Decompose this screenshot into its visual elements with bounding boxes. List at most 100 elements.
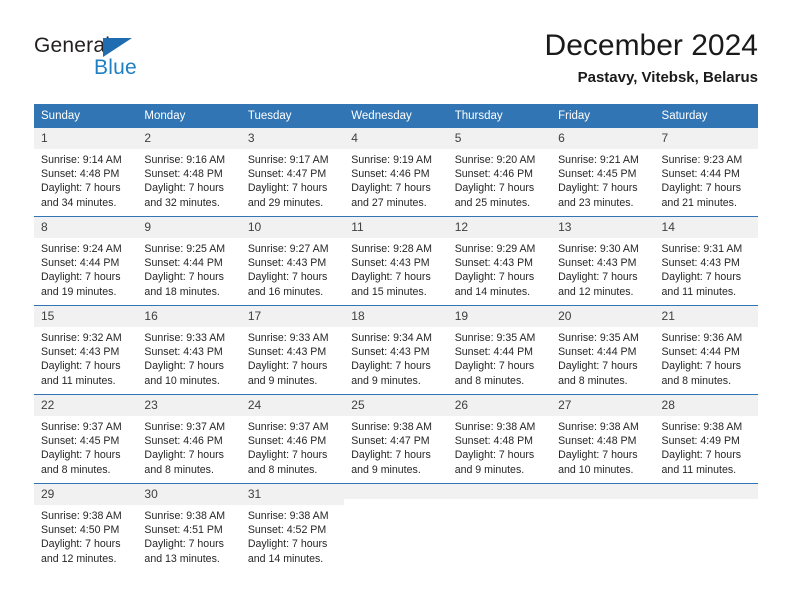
day-sun-info: Sunrise: 9:38 AM Sunset: 4:48 PM Daylight:… bbox=[448, 416, 551, 477]
day-number: 17 bbox=[240, 306, 345, 327]
day-sun-info: Sunrise: 9:38 AM Sunset: 4:49 PM Daylight:… bbox=[655, 416, 758, 477]
calendar-day-cell-empty bbox=[447, 483, 552, 572]
day-daylight-1-text: Daylight: 7 hours bbox=[351, 360, 431, 373]
day-daylight-2-text: and 14 minutes. bbox=[247, 552, 324, 565]
day-sun-info: Sunrise: 9:37 AM Sunset: 4:46 PM Daylight:… bbox=[137, 416, 240, 477]
calendar-day-cell[interactable]: 2 Sunrise: 9:16 AM Sunset: 4:48 PM Daylight… bbox=[137, 128, 241, 217]
calendar-day-cell[interactable]: 1 Sunrise: 9:14 AM Sunset: 4:48 PM Daylight… bbox=[34, 128, 138, 217]
day-daylight-2-text: and 9 minutes. bbox=[351, 463, 421, 476]
day-daylight-2-text: and 34 minutes. bbox=[41, 196, 117, 209]
calendar-day-cell[interactable]: 28 Sunrise: 9:38 AM Sunset: 4:49 PM Dayligh… bbox=[654, 394, 758, 484]
day-sunrise-text: Sunrise: 9:38 AM bbox=[247, 510, 329, 522]
day-sunset-text: Sunset: 4:48 PM bbox=[454, 435, 534, 448]
day-daylight-2-text: and 13 minutes. bbox=[144, 552, 220, 565]
calendar-day-cell[interactable]: 20 Sunrise: 9:35 AM Sunset: 4:44 PM Dayligh… bbox=[551, 305, 655, 395]
day-sunset-text: Sunset: 4:44 PM bbox=[144, 257, 223, 270]
day-sun-info: Sunrise: 9:37 AM Sunset: 4:46 PM Daylight:… bbox=[241, 416, 344, 477]
day-daylight-1-text: Daylight: 7 hours bbox=[661, 360, 742, 373]
day-number: 8 bbox=[34, 217, 138, 238]
calendar-day-cell[interactable]: 31 Sunrise: 9:38 AM Sunset: 4:52 PM Dayligh… bbox=[240, 483, 345, 572]
day-daylight-1-text: Daylight: 7 hours bbox=[41, 182, 121, 195]
calendar-day-cell[interactable]: 17 Sunrise: 9:33 AM Sunset: 4:43 PM Dayligh… bbox=[240, 305, 345, 395]
calendar-day-cell[interactable]: 12 Sunrise: 9:29 AM Sunset: 4:43 PM Dayligh… bbox=[447, 216, 552, 306]
day-number: 7 bbox=[654, 128, 758, 149]
day-daylight-2-text: and 9 minutes. bbox=[247, 374, 318, 387]
day-daylight-2-text: and 9 minutes. bbox=[351, 374, 421, 387]
calendar-day-cell[interactable]: 25 Sunrise: 9:38 AM Sunset: 4:47 PM Dayligh… bbox=[344, 394, 448, 484]
day-number: 21 bbox=[654, 306, 758, 327]
weekday-header-thursday: Thursday bbox=[447, 104, 552, 128]
day-sunrise-text: Sunrise: 9:32 AM bbox=[41, 332, 122, 344]
day-daylight-2-text: and 12 minutes. bbox=[558, 285, 634, 298]
calendar-day-cell[interactable]: 27 Sunrise: 9:38 AM Sunset: 4:48 PM Dayligh… bbox=[551, 394, 655, 484]
calendar-day-cell[interactable]: 14 Sunrise: 9:31 AM Sunset: 4:43 PM Dayligh… bbox=[654, 216, 758, 306]
day-number bbox=[344, 484, 448, 499]
day-sunset-text: Sunset: 4:52 PM bbox=[247, 524, 327, 537]
calendar-day-cell[interactable]: 5 Sunrise: 9:20 AM Sunset: 4:46 PM Daylight… bbox=[447, 128, 552, 217]
day-daylight-2-text: and 21 minutes. bbox=[661, 196, 737, 209]
day-sunset-text: Sunset: 4:48 PM bbox=[41, 168, 120, 181]
general-blue-logo[interactable]: General Blue bbox=[34, 34, 214, 86]
day-daylight-1-text: Daylight: 7 hours bbox=[351, 182, 431, 195]
day-number: 9 bbox=[137, 217, 241, 238]
calendar-day-cell[interactable]: 7 Sunrise: 9:23 AM Sunset: 4:44 PM Daylight… bbox=[654, 128, 758, 217]
day-daylight-1-text: Daylight: 7 hours bbox=[351, 449, 431, 462]
calendar-day-cell[interactable]: 30 Sunrise: 9:38 AM Sunset: 4:51 PM Dayligh… bbox=[137, 483, 241, 572]
day-number: 27 bbox=[551, 395, 655, 416]
day-sunrise-text: Sunrise: 9:35 AM bbox=[454, 332, 536, 344]
weekday-header-saturday: Saturday bbox=[654, 104, 758, 128]
calendar-day-cell-empty bbox=[344, 483, 448, 572]
logo-text-blue: Blue bbox=[94, 56, 137, 79]
day-daylight-2-text: and 10 minutes. bbox=[144, 374, 220, 387]
calendar-week-row: 1 Sunrise: 9:14 AM Sunset: 4:48 PM Daylight… bbox=[34, 128, 758, 217]
day-daylight-1-text: Daylight: 7 hours bbox=[41, 538, 121, 551]
day-number: 12 bbox=[447, 217, 552, 238]
day-daylight-1-text: Daylight: 7 hours bbox=[558, 182, 638, 195]
calendar-day-cell[interactable]: 8 Sunrise: 9:24 AM Sunset: 4:44 PM Daylight… bbox=[34, 216, 138, 306]
calendar-week-row: 29 Sunrise: 9:38 AM Sunset: 4:50 PM Dayligh… bbox=[34, 483, 758, 572]
calendar-day-cell[interactable]: 4 Sunrise: 9:19 AM Sunset: 4:46 PM Daylight… bbox=[344, 128, 448, 217]
day-number: 15 bbox=[34, 306, 138, 327]
calendar-day-cell[interactable]: 24 Sunrise: 9:37 AM Sunset: 4:46 PM Dayligh… bbox=[240, 394, 345, 484]
day-sunset-text: Sunset: 4:44 PM bbox=[454, 346, 534, 359]
calendar-day-cell[interactable]: 18 Sunrise: 9:34 AM Sunset: 4:43 PM Dayligh… bbox=[344, 305, 448, 395]
calendar-day-cell[interactable]: 21 Sunrise: 9:36 AM Sunset: 4:44 PM Dayligh… bbox=[654, 305, 758, 395]
calendar-day-cell[interactable]: 15 Sunrise: 9:32 AM Sunset: 4:43 PM Dayligh… bbox=[34, 305, 138, 395]
day-sun-info: Sunrise: 9:38 AM Sunset: 4:48 PM Daylight:… bbox=[551, 416, 654, 477]
calendar-day-cell[interactable]: 29 Sunrise: 9:38 AM Sunset: 4:50 PM Dayligh… bbox=[34, 483, 138, 572]
calendar-day-cell[interactable]: 11 Sunrise: 9:28 AM Sunset: 4:43 PM Dayligh… bbox=[344, 216, 448, 306]
day-sun-info: Sunrise: 9:27 AM Sunset: 4:43 PM Daylight:… bbox=[241, 238, 344, 299]
calendar-day-cell[interactable]: 9 Sunrise: 9:25 AM Sunset: 4:44 PM Daylight… bbox=[137, 216, 241, 306]
day-sun-info: Sunrise: 9:23 AM Sunset: 4:44 PM Daylight:… bbox=[655, 149, 758, 210]
day-sun-info bbox=[655, 499, 758, 503]
day-number: 25 bbox=[344, 395, 448, 416]
day-number: 1 bbox=[34, 128, 138, 149]
day-daylight-1-text: Daylight: 7 hours bbox=[247, 538, 328, 551]
day-sun-info: Sunrise: 9:20 AM Sunset: 4:46 PM Daylight:… bbox=[448, 149, 551, 210]
weekday-header-sunday: Sunday bbox=[34, 104, 138, 128]
calendar-day-cell[interactable]: 16 Sunrise: 9:33 AM Sunset: 4:43 PM Dayligh… bbox=[137, 305, 241, 395]
day-sunset-text: Sunset: 4:44 PM bbox=[661, 168, 740, 181]
logo-text-general: General bbox=[34, 34, 111, 57]
day-daylight-2-text: and 15 minutes. bbox=[351, 285, 427, 298]
day-sunset-text: Sunset: 4:44 PM bbox=[558, 346, 637, 359]
day-sun-info: Sunrise: 9:38 AM Sunset: 4:50 PM Daylight:… bbox=[34, 505, 137, 566]
day-daylight-2-text: and 8 minutes. bbox=[247, 463, 318, 476]
calendar-day-cell[interactable]: 19 Sunrise: 9:35 AM Sunset: 4:44 PM Dayligh… bbox=[447, 305, 552, 395]
calendar-day-cell[interactable]: 3 Sunrise: 9:17 AM Sunset: 4:47 PM Daylight… bbox=[240, 128, 345, 217]
calendar-day-cell[interactable]: 22 Sunrise: 9:37 AM Sunset: 4:45 PM Dayligh… bbox=[34, 394, 138, 484]
day-number: 31 bbox=[240, 484, 345, 505]
calendar-day-cell[interactable]: 6 Sunrise: 9:21 AM Sunset: 4:45 PM Daylight… bbox=[551, 128, 655, 217]
calendar-day-cell[interactable]: 13 Sunrise: 9:30 AM Sunset: 4:43 PM Dayligh… bbox=[551, 216, 655, 306]
calendar-day-cell[interactable]: 10 Sunrise: 9:27 AM Sunset: 4:43 PM Dayligh… bbox=[240, 216, 345, 306]
day-sunset-text: Sunset: 4:50 PM bbox=[41, 524, 120, 537]
day-daylight-1-text: Daylight: 7 hours bbox=[661, 449, 742, 462]
day-daylight-1-text: Daylight: 7 hours bbox=[454, 182, 535, 195]
calendar-day-cell[interactable]: 26 Sunrise: 9:38 AM Sunset: 4:48 PM Dayligh… bbox=[447, 394, 552, 484]
day-daylight-2-text: and 29 minutes. bbox=[247, 196, 324, 209]
day-sun-info: Sunrise: 9:38 AM Sunset: 4:47 PM Daylight:… bbox=[344, 416, 447, 477]
day-sun-info: Sunrise: 9:36 AM Sunset: 4:44 PM Daylight:… bbox=[655, 327, 758, 388]
day-sunrise-text: Sunrise: 9:34 AM bbox=[351, 332, 432, 344]
calendar-day-cell[interactable]: 23 Sunrise: 9:37 AM Sunset: 4:46 PM Dayligh… bbox=[137, 394, 241, 484]
day-sunset-text: Sunset: 4:45 PM bbox=[558, 168, 637, 181]
